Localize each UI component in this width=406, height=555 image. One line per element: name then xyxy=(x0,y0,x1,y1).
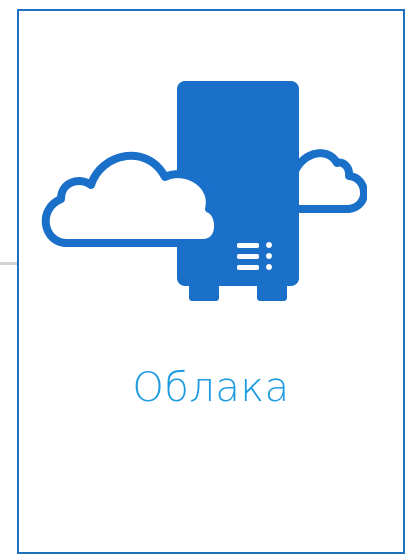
clouds-tile[interactable]: Облака xyxy=(17,9,405,554)
server-line-3 xyxy=(237,265,259,270)
server-dot-2 xyxy=(266,253,272,259)
connector-line xyxy=(0,262,18,265)
server-foot-right xyxy=(257,281,287,301)
server-dot-1 xyxy=(266,242,272,248)
cloud-server-icon xyxy=(41,81,367,301)
server-dot-3 xyxy=(266,264,272,270)
server-line-1 xyxy=(237,243,259,248)
server-line-2 xyxy=(237,254,259,259)
page: Облака xyxy=(0,0,406,555)
server-foot-left xyxy=(189,281,219,301)
tile-label: Облака xyxy=(132,365,290,411)
